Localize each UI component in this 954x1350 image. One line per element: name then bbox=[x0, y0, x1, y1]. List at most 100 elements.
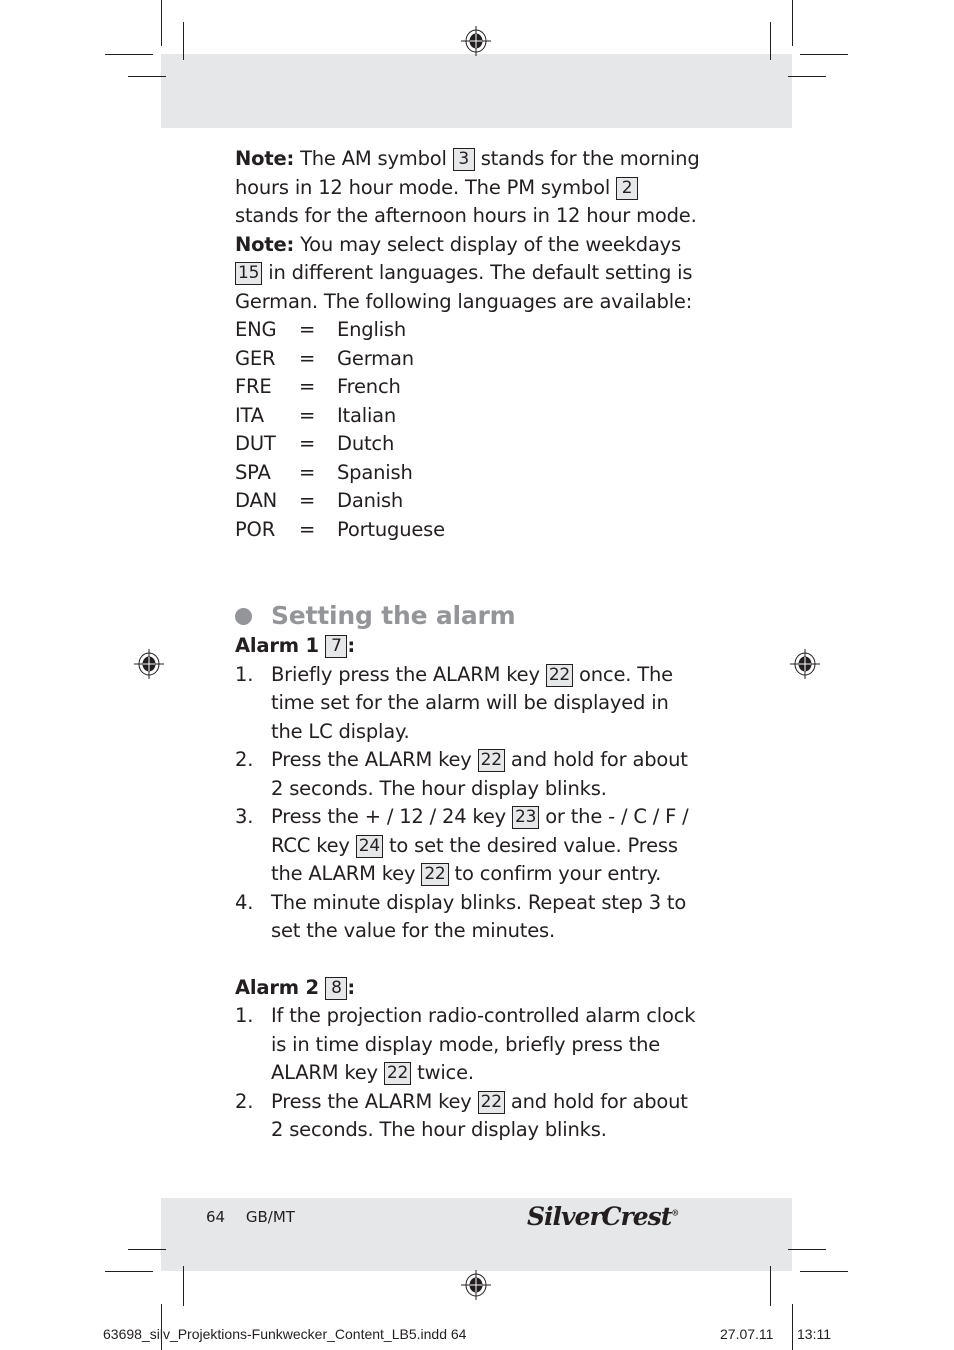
step-item: 2. Press the ALARM key 22 and hold for ab… bbox=[235, 746, 705, 803]
colon: : bbox=[347, 634, 356, 657]
alarm1-steps: 1. Briefly press the ALARM key 22 once. T… bbox=[235, 661, 705, 946]
crop-mark bbox=[788, 1249, 826, 1250]
language-name: Portuguese bbox=[337, 517, 445, 541]
header-band bbox=[161, 54, 792, 128]
reference-number: 3 bbox=[452, 148, 475, 171]
crop-mark bbox=[183, 22, 184, 60]
step-item: 1. Briefly press the ALARM key 22 once. T… bbox=[235, 661, 705, 747]
language-row: FRE = French bbox=[235, 373, 445, 402]
page-number: 64 bbox=[206, 1208, 226, 1226]
crop-mark bbox=[128, 1249, 166, 1250]
page-content: Note: The AM symbol 3 stands for the mor… bbox=[235, 145, 705, 1145]
step-text: to confirm your entry. bbox=[454, 862, 662, 885]
note-languages: Note: You may select display of the week… bbox=[235, 231, 705, 317]
step-item: 1. If the projection radio-controlled ala… bbox=[235, 1002, 705, 1088]
reference-number: 22 bbox=[477, 1090, 505, 1114]
step-text: Briefly press the ALARM key bbox=[271, 662, 540, 686]
crop-mark bbox=[788, 76, 826, 77]
language-code: DUT bbox=[235, 432, 276, 455]
language-table: ENG = English GER = German FRE = French ITA = Itali… bbox=[235, 316, 445, 544]
alarm2-steps: 1. If the projection radio-controlled ala… bbox=[235, 1002, 705, 1145]
alarm2-heading: Alarm 2 8: bbox=[235, 974, 705, 1003]
note-am-pm: Note: The AM symbol 3 stands for the mor… bbox=[235, 145, 705, 231]
crop-mark bbox=[792, 1304, 793, 1350]
registration-mark-icon bbox=[461, 26, 491, 56]
reference-number: 24 bbox=[355, 834, 383, 858]
equals-sign: = bbox=[299, 375, 316, 398]
equals-sign: = bbox=[299, 489, 316, 512]
reference-number: 22 bbox=[545, 663, 574, 687]
section-heading: Setting the alarm bbox=[235, 600, 705, 632]
equals-sign: = bbox=[299, 460, 316, 484]
step-text: Press the ALARM key bbox=[271, 748, 472, 771]
reference-number: 23 bbox=[511, 806, 540, 829]
note-text: The AM symbol bbox=[300, 147, 447, 170]
reference-number: 8 bbox=[325, 976, 348, 1000]
equals-sign: = bbox=[299, 432, 316, 455]
note-label: Note: bbox=[235, 147, 295, 170]
reference-number: 22 bbox=[383, 1062, 412, 1085]
language-row: ITA = Italian bbox=[235, 402, 445, 431]
registered-mark: ® bbox=[671, 1207, 679, 1218]
crop-mark bbox=[105, 1271, 153, 1272]
slug-date: 27.07.11 bbox=[720, 1326, 774, 1342]
crop-mark bbox=[105, 54, 153, 55]
alarm2-label: Alarm 2 bbox=[235, 975, 319, 999]
step-item: 4. The minute display blinks. Repeat step… bbox=[235, 889, 705, 946]
brand-name: SilverCrest bbox=[527, 1202, 672, 1231]
step-number: 1. bbox=[235, 1004, 254, 1027]
equals-sign: = bbox=[299, 346, 316, 370]
reference-number: 7 bbox=[325, 635, 348, 658]
step-text: The minute display blinks. Repeat step 3… bbox=[271, 890, 687, 943]
language-row: DAN = Danish bbox=[235, 487, 445, 516]
bullet-icon bbox=[235, 608, 252, 625]
language-name: English bbox=[337, 318, 407, 341]
step-number: 2. bbox=[235, 1089, 254, 1113]
step-text: If the projection radio-controlled alarm… bbox=[271, 1004, 696, 1084]
crop-mark bbox=[770, 22, 771, 60]
language-code: FRE bbox=[235, 375, 272, 398]
step-text: Press the ALARM key bbox=[271, 1089, 472, 1113]
equals-sign: = bbox=[299, 403, 316, 427]
slug-time: 13:11 bbox=[797, 1326, 831, 1342]
crop-mark bbox=[161, 0, 162, 46]
slug-filename: 63698_silv_Projektions-Funkwecker_Conten… bbox=[103, 1326, 467, 1342]
registration-mark-icon bbox=[134, 649, 164, 679]
language-row: DUT = Dutch bbox=[235, 430, 445, 459]
note-text: in different languages. The default sett… bbox=[235, 261, 693, 313]
alarm1-label: Alarm 1 bbox=[235, 634, 319, 657]
language-code: DAN bbox=[235, 489, 277, 512]
note-text: You may select display of the weekdays bbox=[300, 232, 681, 256]
registration-mark-icon bbox=[790, 649, 820, 679]
step-text: Press the + / 12 / 24 key bbox=[271, 805, 506, 828]
note-label: Note: bbox=[235, 232, 295, 256]
reference-number: 15 bbox=[235, 262, 263, 285]
language-code: ITA bbox=[235, 403, 264, 427]
crop-mark bbox=[770, 1266, 771, 1306]
language-row: POR = Portuguese bbox=[235, 516, 445, 545]
equals-sign: = bbox=[299, 318, 316, 341]
brand-logo: SilverCrest® bbox=[527, 1202, 679, 1231]
language-name: Spanish bbox=[337, 460, 413, 484]
reference-number: 22 bbox=[421, 863, 449, 886]
step-number: 3. bbox=[235, 805, 254, 828]
section-title-text: Setting the alarm bbox=[271, 601, 516, 630]
language-name: Italian bbox=[337, 403, 397, 427]
step-item: 3. Press the + / 12 / 24 key 23 or the - … bbox=[235, 803, 705, 889]
locale-label: GB/MT bbox=[245, 1208, 295, 1226]
crop-mark bbox=[800, 54, 848, 55]
language-code: ENG bbox=[235, 318, 277, 341]
step-item: 2. Press the ALARM key 22 and hold for ab… bbox=[235, 1088, 705, 1145]
crop-mark bbox=[183, 1266, 184, 1306]
page-footer: 64 GB/MT bbox=[206, 1208, 295, 1226]
reference-number: 2 bbox=[616, 176, 639, 200]
crop-mark bbox=[792, 0, 793, 46]
language-row: ENG = English bbox=[235, 316, 445, 345]
language-name: French bbox=[337, 375, 401, 398]
equals-sign: = bbox=[299, 517, 316, 541]
language-name: Danish bbox=[337, 489, 404, 512]
alarm1-heading: Alarm 1 7: bbox=[235, 632, 705, 661]
step-text: twice. bbox=[417, 1061, 474, 1084]
registration-mark-icon bbox=[461, 1270, 491, 1300]
language-code: GER bbox=[235, 346, 276, 370]
